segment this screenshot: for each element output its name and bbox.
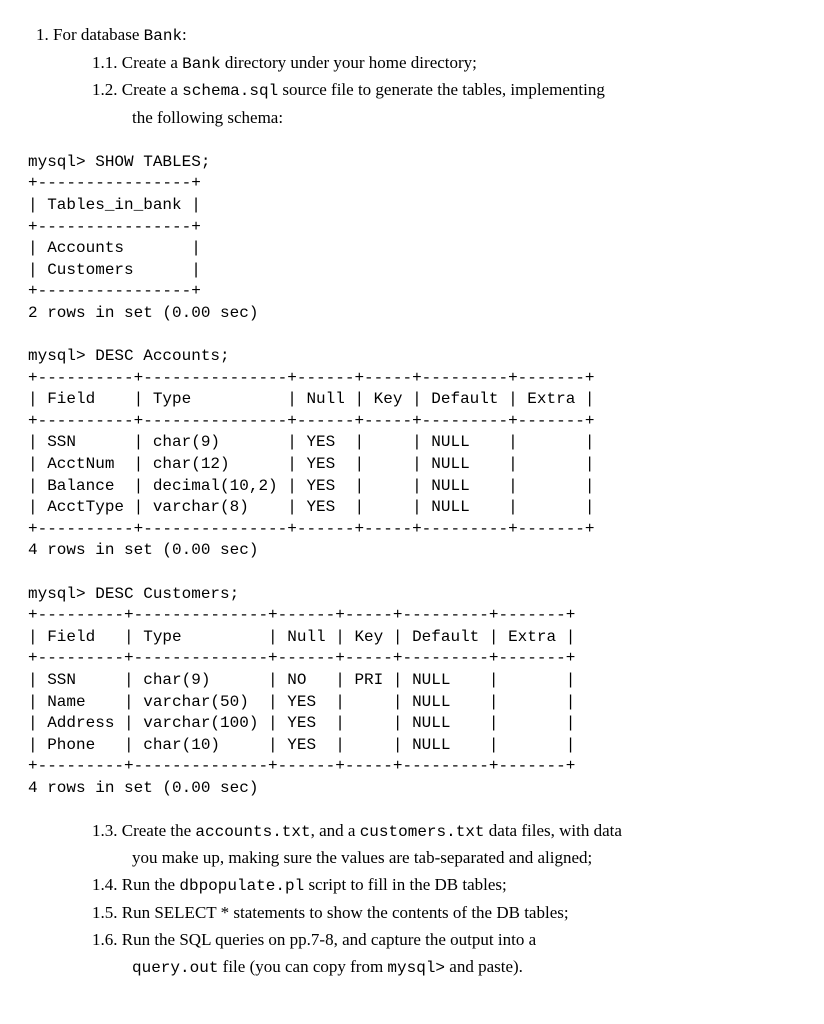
text: Run SELECT * statements to show the cont… [122,903,569,922]
item-number: 1.4. [92,875,118,894]
text: : [182,25,187,44]
list-item-1-4: 1.4. Run the dbpopulate.pl script to fil… [92,874,796,898]
list-item-1-2-cont: the following schema: [132,107,796,130]
item-number: 1.5. [92,903,118,922]
item-number: 1. [36,25,49,44]
item-number: 1.6. [92,930,118,949]
text: Create a [122,53,182,72]
text: Create the [122,821,196,840]
sql-output: mysql> SHOW TABLES; +----------------+ |… [28,152,796,800]
text: source file to generate the tables, impl… [278,80,605,99]
list-item-1-3-cont: you make up, making sure the values are … [132,847,796,870]
list-item-1-3: 1.3. Create the accounts.txt, and a cust… [92,820,796,844]
list-item-1-5: 1.5. Run SELECT * statements to show the… [92,902,796,925]
item-number: 1.2. [92,80,118,99]
code: schema.sql [182,82,278,100]
list-item-1-6-cont: query.out file (you can copy from mysql>… [132,956,796,980]
text: Create a [122,80,182,99]
text: file (you can copy from [223,957,388,976]
code: dbpopulate.pl [179,877,304,895]
text: script to fill in the DB tables; [304,875,507,894]
text: and paste). [445,957,523,976]
code: customers.txt [360,823,485,841]
text: directory under your home directory; [221,53,477,72]
text: you make up, making sure the values are … [132,848,592,867]
list-item-1-2: 1.2. Create a schema.sql source file to … [92,79,796,103]
code: Bank [182,55,220,73]
list-item-1: 1. For database Bank: [36,24,796,48]
code: Bank [144,27,182,45]
text: Run the [122,875,180,894]
item-number: 1.3. [92,821,118,840]
text: For database [53,25,144,44]
code: accounts.txt [195,823,310,841]
text: , and a [311,821,360,840]
text: the following schema: [132,108,283,127]
list-item-1-6: 1.6. Run the SQL queries on pp.7-8, and … [92,929,796,952]
text: Run the SQL queries on pp.7-8, and captu… [122,930,536,949]
code: mysql> [387,959,445,977]
code: query.out [132,959,218,977]
list-item-1-1: 1.1. Create a Bank directory under your … [92,52,796,76]
item-number: 1.1. [92,53,118,72]
text: data files, with data [485,821,622,840]
